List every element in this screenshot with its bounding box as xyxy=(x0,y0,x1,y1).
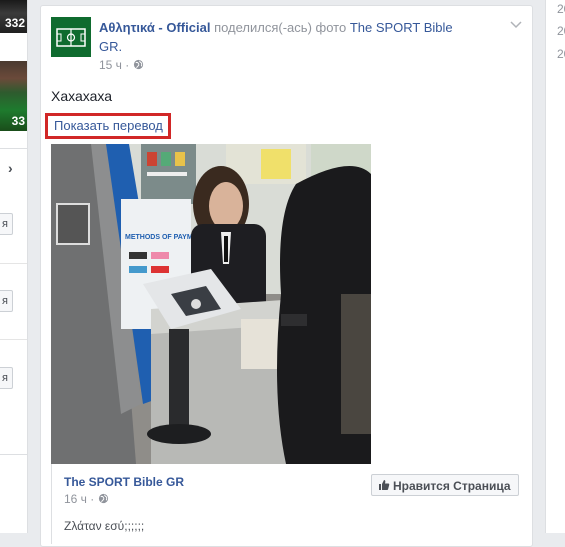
separator-dot: · xyxy=(125,58,133,72)
action-text: поделился(-ась) фото xyxy=(214,20,347,35)
post-meta: 15 ч · xyxy=(99,58,144,72)
globe-icon xyxy=(98,493,108,504)
show-translation-link[interactable]: Показать перевод xyxy=(45,113,171,139)
timestamp[interactable]: 15 ч xyxy=(99,58,122,72)
year-label[interactable]: 20 xyxy=(557,2,565,16)
year-label[interactable]: 20 xyxy=(557,47,565,61)
suggestion-action-button[interactable]: я xyxy=(0,213,13,235)
author-link[interactable]: Αθλητικά - Official xyxy=(99,20,210,35)
thumbs-up-icon xyxy=(379,480,390,490)
pitch-logo-icon xyxy=(51,17,91,57)
year-label[interactable]: 20 xyxy=(557,24,565,38)
separator-dot: · xyxy=(90,492,98,506)
shared-post-text: Ζλάταν εσύ;;;;;; xyxy=(64,519,145,533)
post-header: Αθλητικά - Official поделился(-ась) фото… xyxy=(99,18,459,56)
right-column: 20 20 20 xyxy=(545,0,565,533)
video-thumbnail-1[interactable]: 332 xyxy=(0,0,27,33)
video-thumbnail-2[interactable]: 33 xyxy=(0,61,27,131)
chevron-right-icon[interactable]: › xyxy=(8,160,13,176)
post-photo[interactable]: METHODS OF PAYMENT xyxy=(51,144,371,464)
shared-meta: 16 ч · xyxy=(64,492,109,506)
divider xyxy=(0,263,27,264)
shared-post: The SPORT Bible GR 16 ч · Нравится Стран… xyxy=(51,464,522,544)
like-page-button[interactable]: Нравится Страница xyxy=(371,474,519,496)
shared-author-link[interactable]: The SPORT Bible GR xyxy=(64,475,184,489)
post-card: Αθλητικά - Official поделился(-ась) фото… xyxy=(40,5,533,547)
shared-timestamp[interactable]: 16 ч xyxy=(64,492,87,506)
globe-icon xyxy=(133,59,143,70)
page-avatar[interactable] xyxy=(51,17,91,57)
thumbnail-count: 332 xyxy=(4,16,25,30)
suggestion-action-button[interactable]: я xyxy=(0,367,13,389)
post-text: Хахахаха xyxy=(51,88,113,104)
chevron-down-icon[interactable] xyxy=(510,16,522,32)
photo-image: METHODS OF PAYMENT xyxy=(51,144,371,464)
thumbnail-count: 33 xyxy=(11,114,25,128)
like-page-label: Нравится Страница xyxy=(393,479,511,493)
left-column: 332 33 › я я я xyxy=(0,0,28,533)
suggestion-action-button[interactable]: я xyxy=(0,290,13,312)
divider xyxy=(0,339,27,340)
